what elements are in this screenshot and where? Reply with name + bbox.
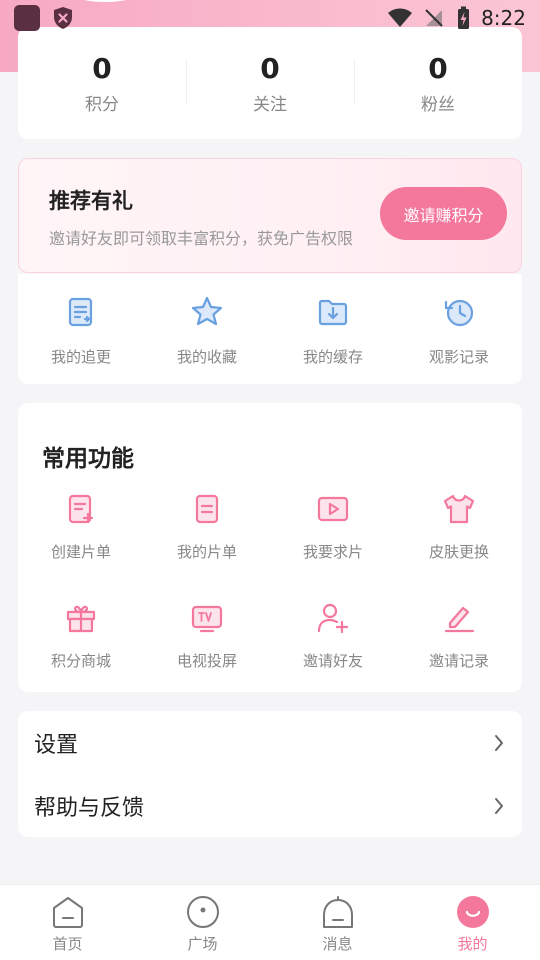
nav-label: 我的 [457,935,488,953]
stat-value: 0 [428,51,448,85]
stat-label: 关注 [253,94,287,115]
function-row: 创建片单 我的片单 我要求片 皮肤更换 [18,491,522,562]
quick-label: 我的收藏 [176,348,237,366]
nav-label: 首页 [52,935,83,953]
function-row: 积分商城 电视投屏 邀请好友 邀请记录 [18,600,522,671]
quick-item-updates[interactable]: 我的追更 [18,274,144,384]
quick-item-cache[interactable]: 我的缓存 [270,274,396,384]
stat-fans[interactable]: 0 粉丝 [354,52,522,115]
no-signal-icon [425,9,443,27]
status-bar: 8:22 [0,0,540,36]
help-feedback-label: 帮助与反馈 [34,795,145,821]
stat-label: 粉丝 [421,94,455,115]
quick-label: 观影记录 [428,348,489,366]
function-label: 我的片单 [176,543,237,561]
stat-points[interactable]: 0 积分 [18,52,186,115]
settings-row[interactable]: 设置 [18,711,522,774]
function-invite-friends[interactable]: 邀请好友 [270,600,396,671]
common-functions-card: 常用功能 创建片单 我的片单 我要求片 皮肤更换 积分商城 电视投屏 邀请好友 … [18,403,522,692]
app-notification-icon [14,5,40,31]
quick-item-history[interactable]: 观影记录 [396,274,522,384]
function-create-list[interactable]: 创建片单 [18,491,144,562]
quick-label: 我的缓存 [302,348,363,366]
battery-charging-icon [458,6,470,29]
nav-profile[interactable]: 我的 [405,885,540,960]
stat-value: 0 [92,51,112,85]
home-icon [52,897,83,928]
shirt-icon [443,494,475,524]
history-icon [444,299,474,327]
stats-card: 0 积分 0 关注 0 粉丝 [18,27,522,139]
message-icon [322,896,353,928]
function-points-mall[interactable]: 积分商城 [18,600,144,671]
invite-earn-points-button[interactable]: 邀请赚积分 [380,187,507,240]
stat-label: 积分 [85,94,119,115]
nav-label: 广场 [187,935,218,953]
invite-title: 推荐有礼 [49,189,133,213]
bottom-nav: 首页 广场 消息 我的 [0,884,540,960]
stat-following[interactable]: 0 关注 [186,52,354,115]
tv-icon [191,605,223,633]
function-my-lists[interactable]: 我的片单 [144,491,270,562]
star-icon [191,296,223,326]
shield-icon [54,7,72,29]
list-icon [195,494,219,524]
quick-actions: 我的追更 我的收藏 我的缓存 观影记录 [18,274,522,384]
function-label: 我要求片 [302,543,363,561]
play-request-icon [317,496,349,522]
invite-banner[interactable]: 推荐有礼 邀请好友即可领取丰富积分，获免广告权限 邀请赚积分 [18,158,522,273]
square-icon [186,896,219,928]
chevron-right-icon [495,734,503,751]
function-invite-records[interactable]: 邀请记录 [396,600,522,671]
section-title: 常用功能 [42,446,134,472]
create-list-icon [68,494,94,524]
chevron-right-icon [495,797,503,814]
nav-square[interactable]: 广场 [135,885,270,960]
profile-icon [456,896,489,928]
function-tv-cast[interactable]: 电视投屏 [144,600,270,671]
function-label: 邀请好友 [302,652,363,670]
function-request-video[interactable]: 我要求片 [270,491,396,562]
add-user-icon [317,603,349,634]
edit-icon [444,606,475,633]
stat-value: 0 [260,51,280,85]
function-label: 创建片单 [50,543,111,561]
wifi-icon [388,8,413,27]
settings-label: 设置 [34,732,79,758]
invite-description: 邀请好友即可领取丰富积分，获免广告权限 [49,229,354,248]
quick-item-favorites[interactable]: 我的收藏 [144,274,270,384]
nav-home[interactable]: 首页 [0,885,135,960]
function-label: 皮肤更换 [428,543,489,561]
status-time: 8:22 [481,6,526,30]
function-label: 邀请记录 [428,652,489,670]
settings-list: 设置 帮助与反馈 [18,711,522,837]
update-list-icon [68,297,93,327]
function-label: 电视投屏 [176,652,237,670]
download-folder-icon [318,299,348,326]
function-change-skin[interactable]: 皮肤更换 [396,491,522,562]
gift-icon [66,605,96,633]
help-feedback-row[interactable]: 帮助与反馈 [18,774,522,837]
app-root: 8:22 0 积分 0 关注 0 粉丝 推荐有礼 邀请好友即可领取丰富积分，获免… [0,0,540,960]
nav-messages[interactable]: 消息 [270,885,405,960]
nav-label: 消息 [322,935,353,953]
function-label: 积分商城 [50,652,111,670]
quick-label: 我的追更 [50,348,111,366]
